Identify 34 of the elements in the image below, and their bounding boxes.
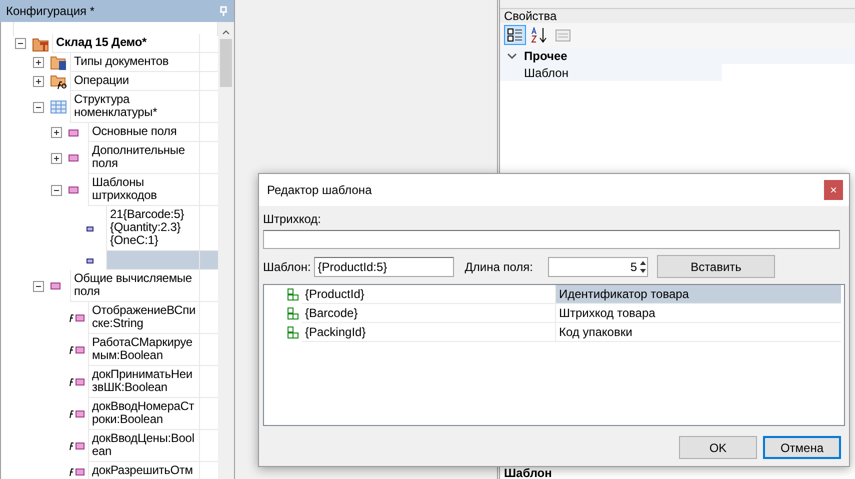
field-label: Шаблон: bbox=[263, 260, 311, 274]
dialog-button[interactable]: Отмена bbox=[763, 436, 841, 459]
tree-item[interactable]: Операции bbox=[70, 72, 200, 91]
tree-item[interactable]: Основные поля bbox=[88, 123, 200, 142]
field-label: Штрихкод: bbox=[263, 212, 322, 226]
tree-item[interactable]: 21{Barcode:5}{Quantity:2.3}{OneC:1} bbox=[106, 206, 200, 251]
tree-item[interactable]: Структура номенклатуры* bbox=[70, 91, 200, 123]
tree-item[interactable]: Дополнительные поля bbox=[88, 142, 200, 174]
tree-item[interactable]: докРазрешитьОтм bbox=[88, 462, 200, 479]
insert-button[interactable]: Вставить bbox=[657, 255, 775, 278]
panel-title: Свойства bbox=[504, 9, 557, 23]
property-name: Шаблон bbox=[500, 64, 722, 81]
field-description[interactable]: Идентификатор товара bbox=[556, 285, 841, 304]
description-title: Шаблон bbox=[504, 467, 552, 479]
tree-item[interactable]: Типы документов bbox=[70, 53, 200, 72]
template-field[interactable]: {ProductId:5} bbox=[314, 256, 454, 276]
tree-item[interactable]: Общие вычисляемые поля bbox=[70, 270, 200, 302]
tree-item[interactable]: ОтображениеВСписке:String bbox=[88, 302, 200, 334]
field-label: Длина поля: bbox=[464, 260, 533, 274]
length-spinner[interactable]: 5 bbox=[548, 256, 648, 276]
tree-item[interactable]: Склад 15 Демо* bbox=[52, 34, 200, 53]
tree-item[interactable]: РаботаСМаркируемым:Boolean bbox=[88, 334, 200, 366]
dialog-button[interactable]: OK bbox=[679, 436, 757, 459]
field-name[interactable]: {PackingId} bbox=[302, 323, 556, 342]
field-name[interactable]: {ProductId} bbox=[302, 285, 556, 304]
tree-item[interactable]: докПриниматьНеизвШК:Boolean bbox=[88, 366, 200, 398]
tree-item[interactable]: Шаблоны штрихкодов bbox=[88, 174, 200, 206]
field-name[interactable]: {Barcode} bbox=[302, 304, 556, 323]
dialog-title: Редактор шаблона bbox=[267, 183, 372, 197]
panel-title: Конфигурация * bbox=[6, 4, 95, 18]
tree-item[interactable]: докВводЦены:Boolean bbox=[88, 430, 200, 462]
tree-item[interactable]: докВводНомераСтроки:Boolean bbox=[88, 398, 200, 430]
close-button[interactable]: × bbox=[824, 180, 843, 200]
category-label: Прочее bbox=[524, 48, 568, 62]
